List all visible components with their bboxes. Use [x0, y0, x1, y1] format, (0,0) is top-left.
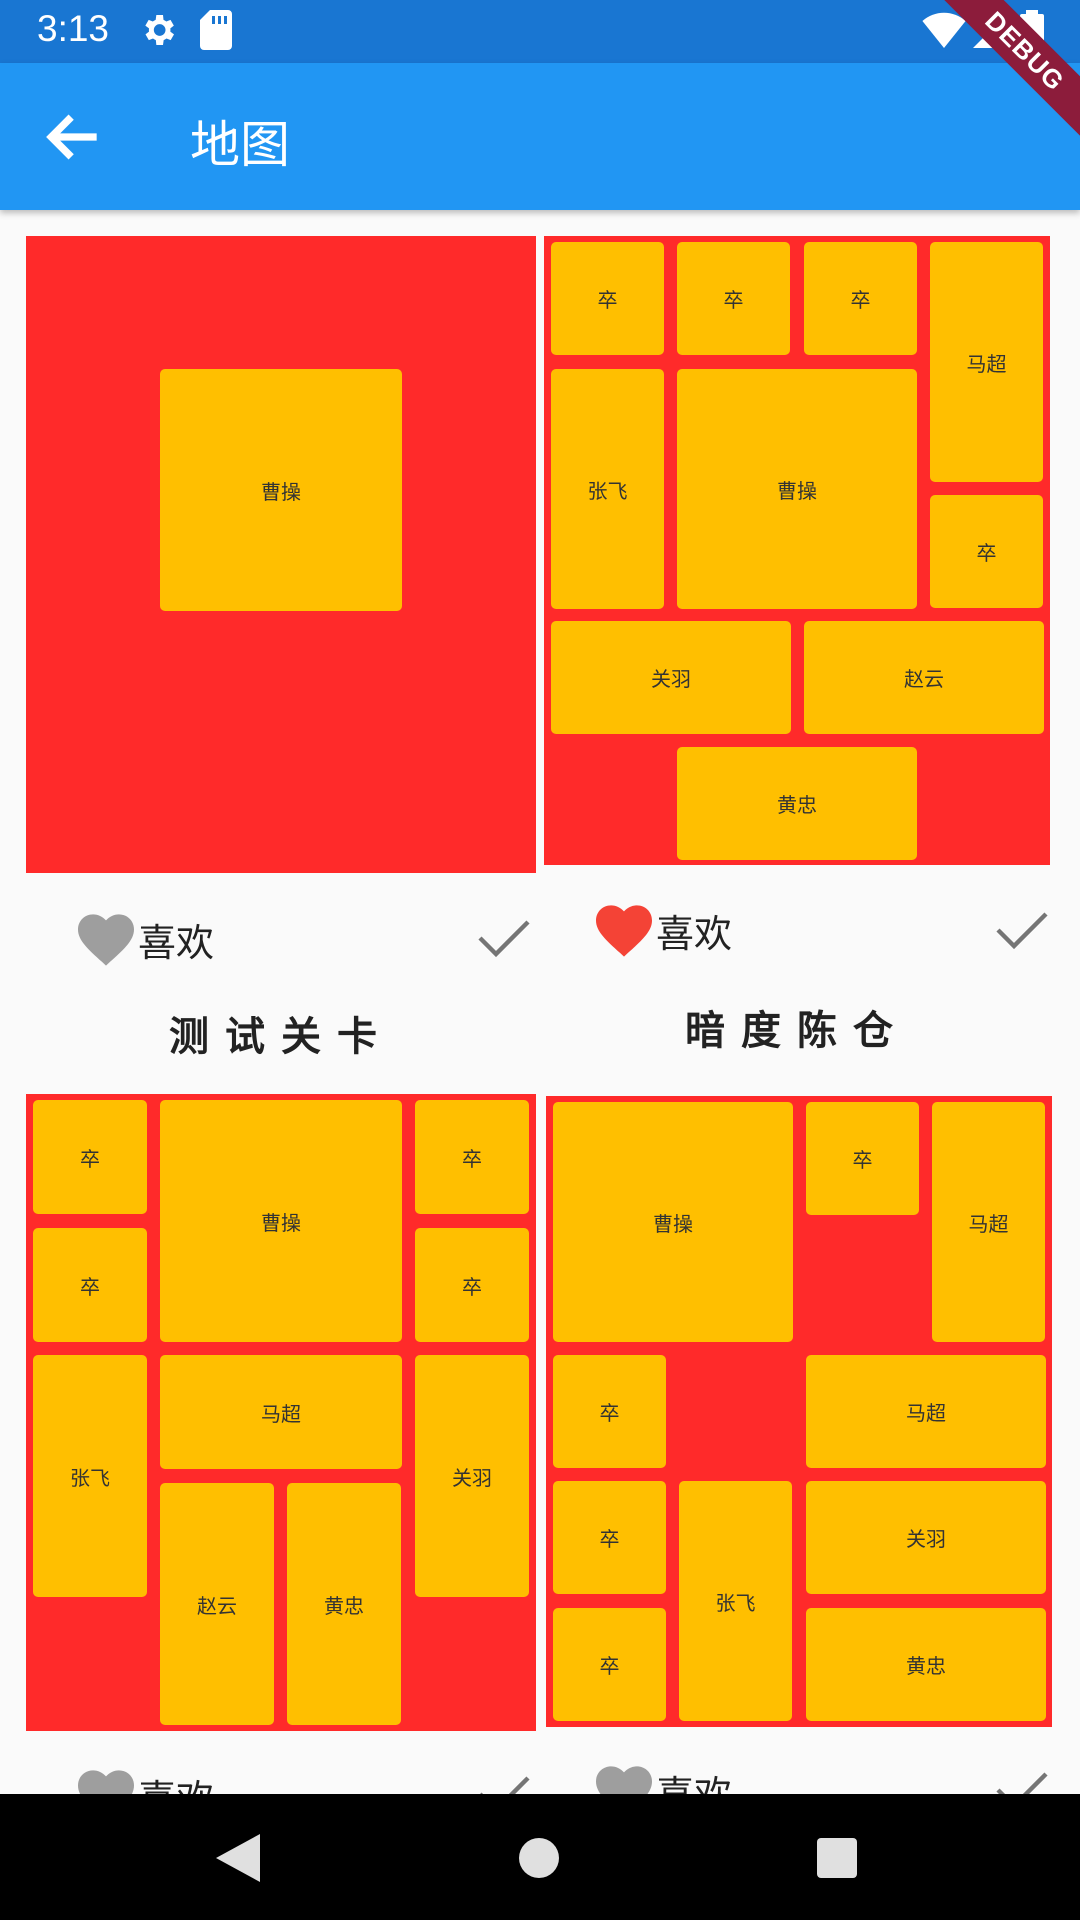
piece-zhangfei: 张飞 [33, 1355, 147, 1597]
level-board[interactable]: 曹操 [26, 236, 536, 873]
piece-soldier: 卒 [553, 1608, 666, 1721]
piece-soldier: 卒 [415, 1228, 529, 1342]
navigation-bar [0, 1794, 1080, 1920]
piece-zhaoyun: 赵云 [160, 1483, 274, 1725]
piece-soldier: 卒 [806, 1102, 919, 1215]
piece-soldier: 卒 [930, 495, 1043, 608]
piece-machao: 马超 [806, 1355, 1046, 1468]
level-board[interactable]: 卒 卒 卒 马超 张飞 曹操 卒 关羽 赵云 黄忠 [544, 236, 1050, 865]
piece-huangzhong: 黄忠 [677, 747, 917, 860]
piece-caocao: 曹操 [553, 1102, 793, 1342]
like-label: 喜欢 [138, 921, 215, 965]
piece-machao: 马超 [160, 1355, 402, 1469]
piece-soldier: 卒 [415, 1100, 529, 1214]
status-time: 3:13 [37, 8, 110, 49]
piece-soldier: 卒 [553, 1355, 666, 1468]
nav-recents-icon[interactable] [817, 1838, 857, 1878]
piece-zhangfei: 张飞 [551, 369, 664, 609]
piece-guanyu: 关羽 [806, 1481, 1046, 1594]
piece-soldier: 卒 [804, 242, 917, 355]
piece-machao: 马超 [932, 1102, 1045, 1342]
level-board[interactable]: 卒 曹操 卒 卒 卒 张飞 马超 关羽 赵云 黄忠 [26, 1094, 536, 1731]
app-bar: 地图 [0, 63, 1080, 210]
piece-caocao: 曹操 [677, 369, 917, 609]
piece-soldier: 卒 [677, 242, 790, 355]
piece-zhangfei: 张飞 [679, 1481, 792, 1721]
page-title: 地图 [190, 116, 290, 174]
settings-icon [145, 15, 174, 45]
nav-back-icon[interactable] [216, 1834, 260, 1882]
piece-guanyu: 关羽 [551, 621, 791, 734]
piece-guanyu: 关羽 [415, 1355, 529, 1597]
piece-soldier: 卒 [551, 242, 664, 355]
piece-huangzhong: 黄忠 [806, 1608, 1046, 1721]
piece-caocao: 曹操 [160, 369, 402, 611]
piece-huangzhong: 黄忠 [287, 1483, 401, 1725]
piece-soldier: 卒 [553, 1481, 666, 1594]
check-icon[interactable] [996, 910, 1048, 950]
back-arrow-icon[interactable] [40, 103, 108, 171]
heart-icon [78, 913, 134, 966]
piece-machao: 马超 [930, 242, 1043, 482]
like-toggle[interactable]: 喜欢 [78, 912, 214, 967]
sd-card-icon [200, 10, 232, 50]
piece-soldier: 卒 [33, 1100, 147, 1214]
like-toggle[interactable]: 喜欢 [596, 903, 732, 958]
status-bar: 3:13 [0, 0, 1080, 63]
nav-home-icon[interactable] [519, 1838, 559, 1878]
piece-caocao: 曹操 [160, 1100, 402, 1342]
check-icon[interactable] [478, 918, 530, 958]
wifi-icon [922, 12, 966, 48]
heart-icon [596, 904, 652, 957]
like-label: 喜欢 [656, 912, 733, 956]
piece-zhaoyun: 赵云 [804, 621, 1044, 734]
level-title: 暗度陈仓 [685, 1008, 909, 1054]
level-board[interactable]: 曹操 卒 马超 卒 马超 卒 张飞 关羽 卒 黄忠 [546, 1096, 1052, 1727]
piece-soldier: 卒 [33, 1228, 147, 1342]
level-title: 测试关卡 [169, 1014, 393, 1060]
